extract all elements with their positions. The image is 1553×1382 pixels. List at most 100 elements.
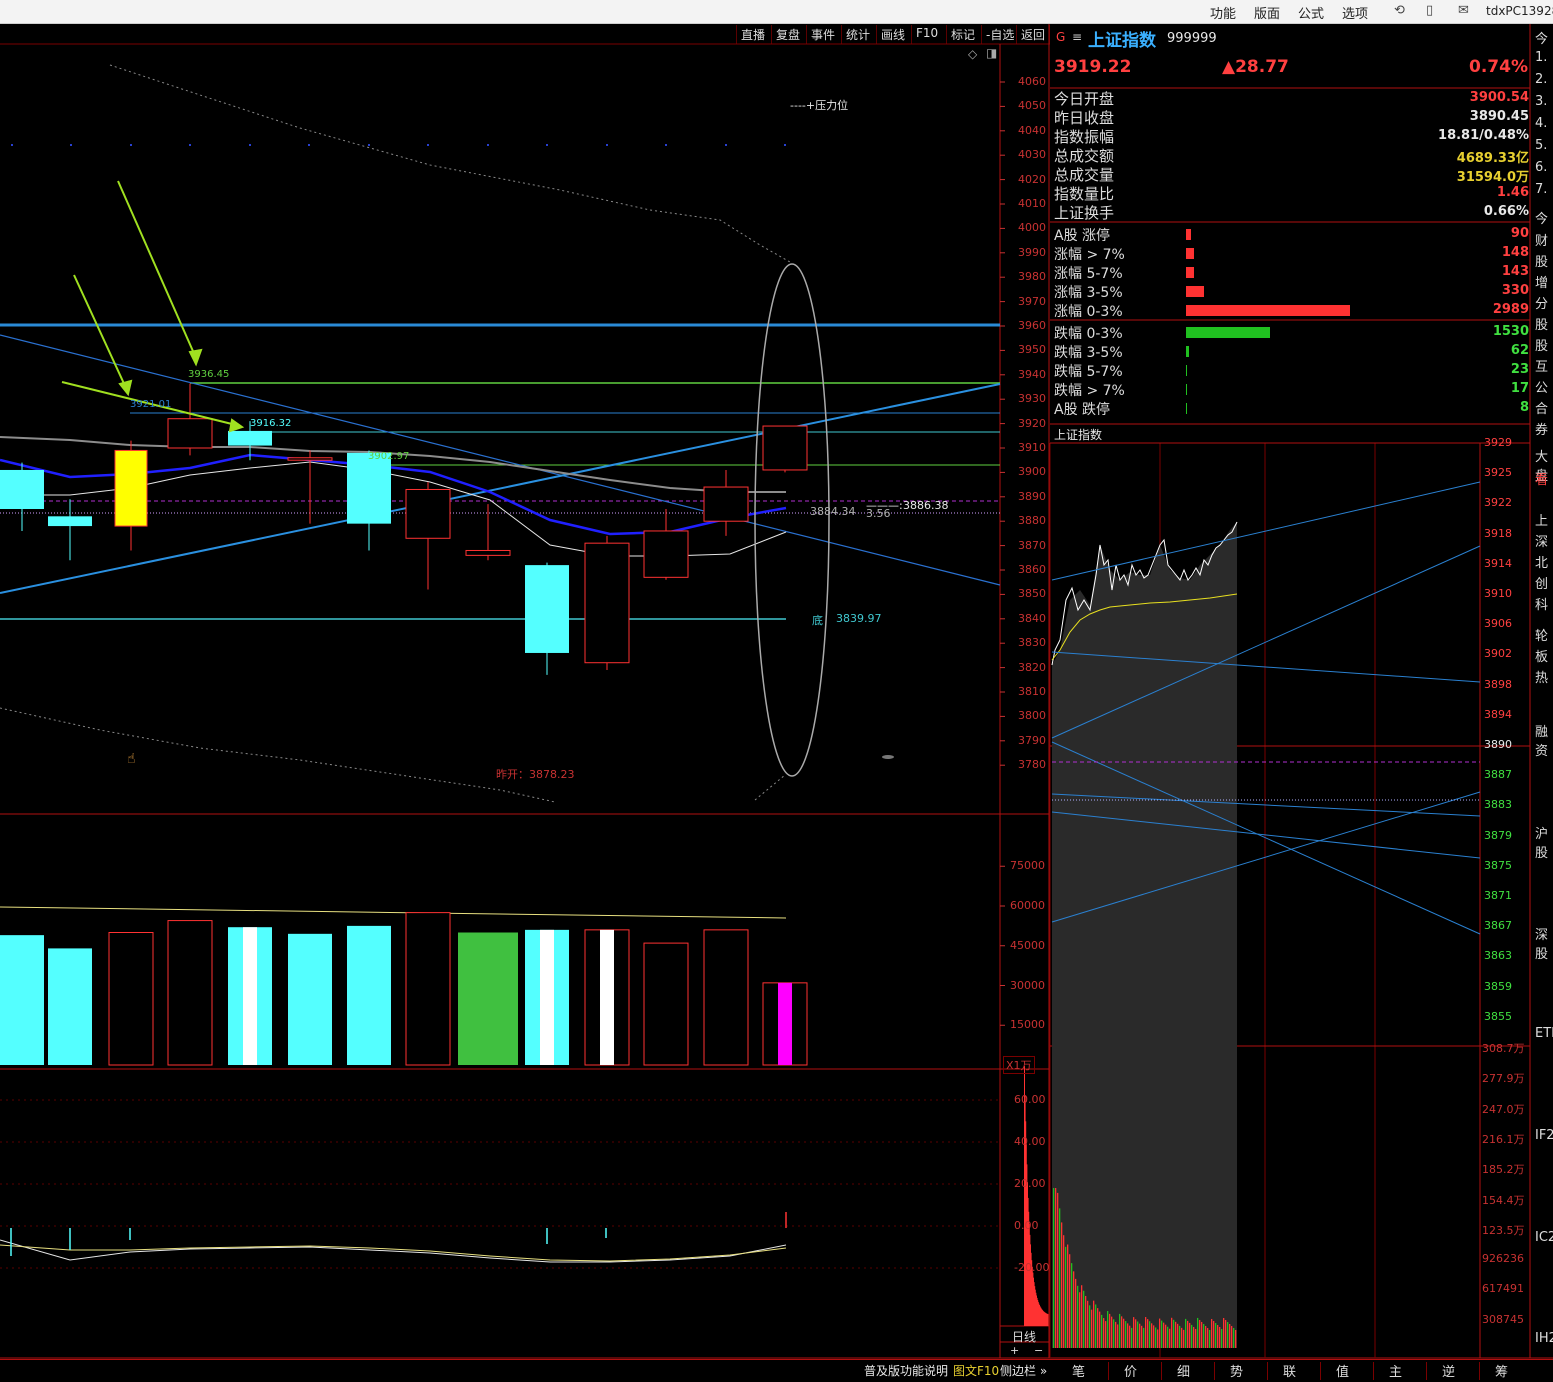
intraday-price-tick: 3922 [1484, 496, 1512, 510]
sidebar-item[interactable]: 融资 [1535, 721, 1553, 759]
menu-icon[interactable]: ≡ [1072, 30, 1082, 44]
intraday-price-tick: 3875 [1484, 858, 1512, 872]
trend-down [0, 334, 1001, 586]
sidebar-item[interactable]: 科 [1535, 594, 1553, 613]
price-tick: 3930 [1018, 392, 1046, 406]
price-tick: 3990 [1018, 245, 1046, 259]
tab-divider [1161, 1362, 1162, 1380]
tab-divider [1479, 1362, 1480, 1380]
intraday-tab[interactable]: 价 [1124, 1361, 1137, 1380]
indicator-yellow [0, 1244, 787, 1262]
candle-body [114, 449, 148, 527]
volume-unit: X1万 [1003, 1056, 1035, 1074]
intraday-price-tick: 3883 [1484, 798, 1512, 812]
label-3921: 3921.01 [130, 399, 172, 410]
intraday-volume-bar [1191, 1324, 1193, 1348]
volume-bar-stripe [778, 982, 792, 1065]
indicator-tick: 20.00 [1014, 1177, 1046, 1190]
quote-name[interactable]: 上证指数 [1088, 26, 1156, 51]
sidebar-item[interactable]: 板 [1535, 646, 1553, 665]
sidebar-item[interactable]: 看 [1535, 469, 1553, 488]
sidebar-item[interactable]: 北 [1535, 552, 1553, 571]
price-tick: 3950 [1018, 343, 1046, 357]
breadth-down-label: 跌幅 0-3% [1054, 326, 1123, 342]
intraday-tab[interactable]: 值 [1336, 1361, 1349, 1380]
chart-canvas[interactable] [0, 0, 1553, 1382]
intraday-volume-bar [1145, 1317, 1147, 1348]
breadth-up-bar [1186, 248, 1195, 259]
sidebar-item[interactable]: 深 [1535, 531, 1553, 550]
intraday-tab[interactable]: 笔 [1072, 1361, 1085, 1380]
trend-up [0, 383, 1001, 594]
intraday-volume-bar [1165, 1324, 1167, 1348]
intraday-tab[interactable]: 筹 [1495, 1361, 1508, 1380]
intraday-volume-bar [1101, 1314, 1103, 1348]
sidebar-item[interactable]: 1. [1535, 50, 1553, 65]
intraday-volume-bar [1133, 1317, 1135, 1348]
sidebar-item[interactable]: 财 [1535, 230, 1553, 249]
intraday-volume-bar [1229, 1323, 1231, 1348]
sidebar-item[interactable]: 增 [1535, 272, 1553, 291]
sidebar-item[interactable]: 合 [1535, 398, 1553, 417]
intraday-volume-bar [1063, 1235, 1065, 1348]
info-f10-link[interactable]: 图文F10 [953, 1362, 999, 1379]
sidebar-item[interactable]: IC2 [1535, 1230, 1553, 1245]
sidebar-item[interactable]: 创 [1535, 573, 1553, 592]
quote-row-label: 指数量比 [1054, 185, 1115, 203]
intraday-tab[interactable]: 势 [1230, 1361, 1243, 1380]
sidebar-item[interactable]: 互 [1535, 356, 1553, 375]
sidebar-item[interactable]: 3. [1535, 94, 1553, 109]
volume-bars [0, 912, 808, 1066]
sidebar-item[interactable]: 热 [1535, 667, 1553, 686]
candle-body [405, 488, 451, 539]
intraday-volume-bar [1219, 1326, 1221, 1348]
sidebar-item[interactable]: 分 [1535, 293, 1553, 312]
intraday-price-tick: 3890 [1484, 738, 1512, 751]
quote-row-value: 3890.45 [1469, 109, 1529, 124]
intraday-tab[interactable]: 细 [1177, 1361, 1190, 1380]
intraday-tab[interactable]: 联 [1283, 1361, 1296, 1380]
sidebar-item[interactable]: 5. [1535, 138, 1553, 153]
help-link[interactable]: 普及版功能说明 [864, 1362, 948, 1379]
sidebar-item[interactable]: 深股 [1535, 924, 1553, 962]
tab-divider [1214, 1362, 1215, 1380]
zoom-out-button[interactable]: − [1034, 1344, 1043, 1357]
breadth-down-label: 跌幅 3-5% [1054, 345, 1123, 361]
breadth-down-count: 62 [1510, 343, 1529, 358]
sidebar-item[interactable]: IH2 [1535, 1331, 1553, 1346]
sidebar-item[interactable]: 7. [1535, 182, 1553, 197]
kline-grid [1000, 81, 1005, 1026]
sidebar-item[interactable]: 今 [1535, 28, 1553, 47]
period-label[interactable]: 日线 [1012, 1328, 1036, 1345]
intraday-tab[interactable]: 逆 [1442, 1361, 1455, 1380]
quote-row-label: 今日开盘 [1054, 90, 1115, 108]
volume-bar [703, 929, 749, 1066]
sidebar-item[interactable]: 6. [1535, 160, 1553, 175]
intraday-volume-bar [1111, 1316, 1113, 1348]
intraday-volume-tick: 308.7万 [1482, 1042, 1525, 1055]
volume-bar [458, 932, 518, 1065]
sidebar-item[interactable]: 股 [1535, 314, 1553, 333]
sidebar-item[interactable]: 公 [1535, 377, 1553, 396]
candle-body [465, 549, 511, 556]
intraday-tab[interactable]: 主 [1389, 1361, 1402, 1380]
sidebar-item[interactable]: 沪股 [1535, 823, 1553, 861]
price-tick: 3880 [1018, 514, 1046, 528]
sidebar-item[interactable]: 2. [1535, 72, 1553, 87]
sidebar-item[interactable]: 上 [1535, 510, 1553, 529]
intraday-volume-bar [1065, 1246, 1067, 1348]
sidebar-toggle[interactable]: 侧边栏 » [1000, 1362, 1047, 1379]
intraday-volume-bar [1105, 1321, 1107, 1348]
sidebar-item[interactable]: 4. [1535, 116, 1553, 131]
sidebar-item[interactable]: 股 [1535, 335, 1553, 354]
sidebar-item[interactable]: IF2 [1535, 1128, 1553, 1143]
sidebar-item[interactable]: 今 [1535, 208, 1553, 227]
intraday-volume-tick: 926236 [1482, 1252, 1524, 1266]
sidebar-item[interactable]: 轮 [1535, 625, 1553, 644]
candle-body [762, 425, 808, 471]
sidebar-item[interactable]: 股 [1535, 251, 1553, 270]
zoom-in-button[interactable]: + [1010, 1344, 1019, 1357]
sidebar-item[interactable]: ETF [1535, 1026, 1553, 1041]
quote-row-value: 18.81/0.48% [1438, 128, 1529, 143]
sidebar-item[interactable]: 券 [1535, 419, 1553, 438]
